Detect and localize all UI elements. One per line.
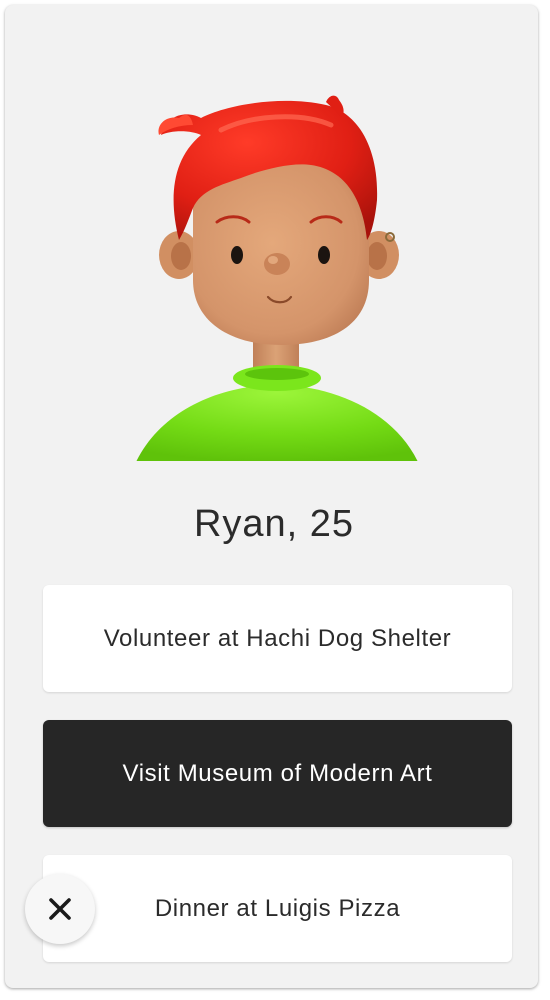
option-museum-button[interactable]: Visit Museum of Modern Art	[43, 720, 512, 827]
option-volunteer-button[interactable]: Volunteer at Hachi Dog Shelter	[43, 585, 512, 692]
avatar	[136, 95, 418, 461]
option-label: Visit Museum of Modern Art	[122, 759, 433, 787]
profile-name-age: Ryan, 25	[193, 503, 355, 545]
profile-card: Ryan, 25 Volunteer at Hachi Dog Shelter …	[5, 5, 538, 988]
option-dinner-button[interactable]: Dinner at Luigis Pizza	[43, 855, 512, 962]
option-label: Dinner at Luigis Pizza	[154, 894, 401, 922]
close-icon	[49, 898, 71, 920]
option-label: Volunteer at Hachi Dog Shelter	[103, 624, 452, 652]
close-button[interactable]	[25, 874, 95, 944]
